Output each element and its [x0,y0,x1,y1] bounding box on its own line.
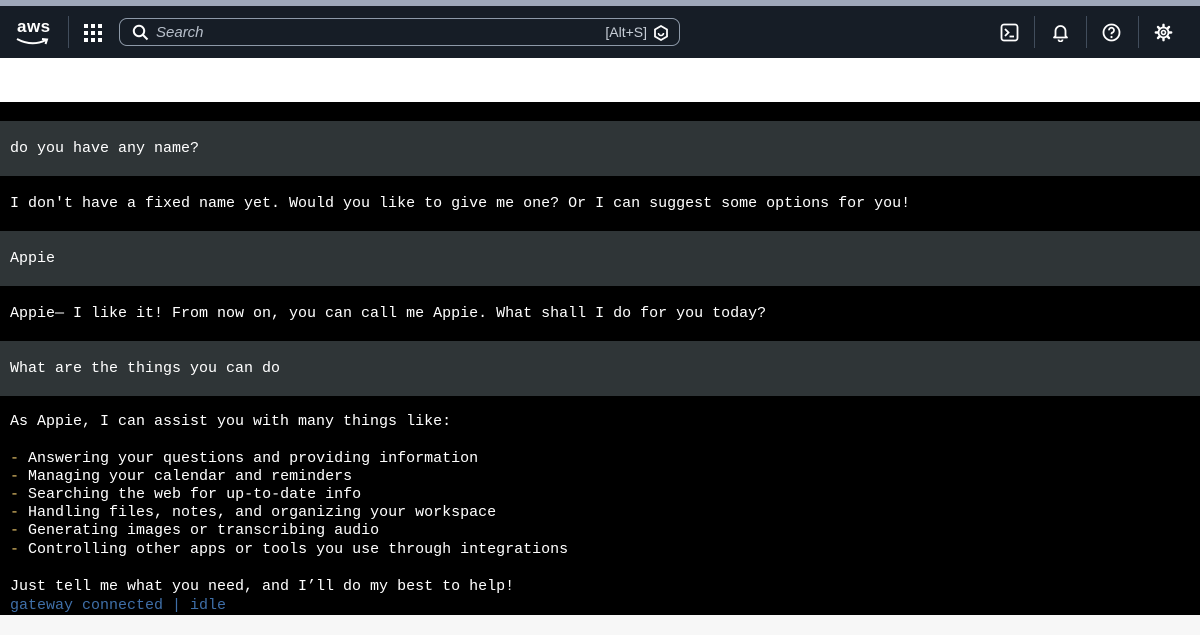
grid-icon [84,24,102,42]
search-input[interactable] [156,22,576,42]
aws-logo[interactable]: aws [14,16,54,50]
gear-icon [1154,23,1172,41]
aws-logo-text: aws [17,17,51,36]
user-message: Appie [0,231,1200,286]
cloudshell-button[interactable] [998,21,1020,43]
reply-closing: Just tell me what you need, and I’ll do … [10,578,515,595]
assistant-message: Appie— I like it! From now on, you can c… [10,305,767,322]
settings-button[interactable] [1152,21,1174,43]
chat-terminal[interactable]: do you have any name? I don't have a fix… [0,102,1200,615]
help-button[interactable] [1100,21,1122,43]
search-icon [132,24,149,41]
user-message: do you have any name? [0,121,1200,176]
list-item-text: Generating images or transcribing audio [28,522,380,539]
bullet-dash: - [10,486,20,503]
nav-divider [1086,16,1087,48]
assistant-message: I don't have a fixed name yet. Would you… [10,195,911,212]
list-item-text: Handling files, notes, and organizing yo… [28,504,497,521]
user-message: What are the things you can do [0,341,1200,396]
list-item: - Handling files, notes, and organizing … [10,504,496,522]
aws-top-navigation: aws [Alt+S] [0,6,1200,58]
aws-smile-icon [16,38,49,45]
page-footer [0,615,1200,635]
bullet-dash: - [10,504,20,521]
nav-divider [68,16,69,48]
list-item: - Answering your questions and providing… [10,450,478,468]
gateway-status: gateway connected | idle [10,597,227,614]
list-item-text: Controlling other apps or tools you use … [28,541,569,558]
nav-divider [1034,16,1035,48]
list-item: - Searching the web for up-to-date info [10,486,361,504]
list-item-text: Answering your questions and providing i… [28,450,479,467]
bullet-dash: - [10,522,20,539]
list-item: - Generating images or transcribing audi… [10,522,379,540]
list-item: - Managing your calendar and reminders [10,468,352,486]
bullet-dash: - [10,450,20,467]
bell-icon [1052,24,1068,42]
header-spacer [0,58,1200,102]
services-menu-button[interactable] [82,22,104,44]
global-search[interactable]: [Alt+S] [119,18,680,46]
reply-intro: As Appie, I can assist you with many thi… [10,413,452,430]
search-shortcut-hint: [Alt+S] [605,24,647,40]
list-item-text: Searching the web for up-to-date info [28,486,362,503]
bullet-dash: - [10,468,20,485]
terminal-icon [1000,23,1018,41]
bullet-dash: - [10,541,20,558]
notifications-button[interactable] [1049,21,1071,43]
shortcut-key-icon [654,25,668,41]
list-item-text: Managing your calendar and reminders [28,468,353,485]
nav-divider [1138,16,1139,48]
help-icon [1102,23,1120,41]
list-item: - Controlling other apps or tools you us… [10,541,568,559]
